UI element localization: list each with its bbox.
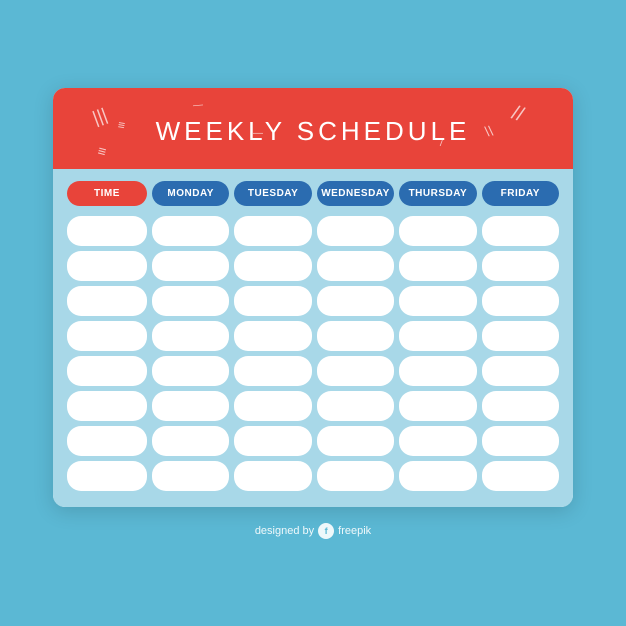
table-row[interactable] — [67, 321, 147, 351]
table-row[interactable] — [152, 461, 229, 491]
freepik-logo-icon: f — [318, 523, 334, 539]
table-row[interactable] — [67, 461, 147, 491]
table-row[interactable] — [67, 251, 147, 281]
friday-button[interactable]: FRIDAY — [482, 181, 559, 206]
day-headers-row: TIME MONDAY TUESDAY WEDNESDAY THURSDAY F… — [67, 181, 559, 206]
table-row[interactable] — [317, 461, 394, 491]
table-row[interactable] — [399, 356, 476, 386]
table-row[interactable] — [234, 321, 311, 351]
table-row[interactable] — [317, 251, 394, 281]
table-row[interactable] — [234, 251, 311, 281]
brand-label: freepik — [338, 525, 371, 537]
table-row[interactable] — [317, 426, 394, 456]
table-row[interactable] — [234, 391, 311, 421]
table-row[interactable] — [234, 461, 311, 491]
deco-dash-3: — — [193, 99, 204, 111]
table-row[interactable] — [399, 461, 476, 491]
table-row[interactable] — [399, 391, 476, 421]
tuesday-button[interactable]: TUESDAY — [234, 181, 311, 206]
table-row[interactable] — [67, 356, 147, 386]
table-row[interactable] — [152, 391, 229, 421]
monday-button[interactable]: MONDAY — [152, 181, 229, 206]
weekly-schedule-card: ||| ≡ — — // \\ ≡ / WEEKLY SCHEDULE TIME… — [53, 88, 573, 507]
table-row[interactable] — [152, 321, 229, 351]
card-header: ||| ≡ — — // \\ ≡ / WEEKLY SCHEDULE — [53, 88, 573, 169]
table-row[interactable] — [234, 356, 311, 386]
table-row[interactable] — [482, 391, 559, 421]
table-row[interactable] — [482, 426, 559, 456]
table-row[interactable] — [317, 356, 394, 386]
table-row[interactable] — [67, 286, 147, 316]
table-row[interactable] — [152, 251, 229, 281]
table-row[interactable] — [399, 216, 476, 246]
schedule-grid — [67, 216, 559, 491]
card-body: TIME MONDAY TUESDAY WEDNESDAY THURSDAY F… — [53, 169, 573, 507]
table-row[interactable] — [234, 216, 311, 246]
table-row[interactable] — [317, 391, 394, 421]
table-row[interactable] — [482, 321, 559, 351]
table-row[interactable] — [482, 216, 559, 246]
table-row[interactable] — [67, 426, 147, 456]
footer: designed by f freepik — [255, 523, 371, 539]
table-row[interactable] — [234, 286, 311, 316]
table-row[interactable] — [482, 356, 559, 386]
table-row[interactable] — [482, 251, 559, 281]
table-row[interactable] — [67, 391, 147, 421]
wednesday-button[interactable]: WEDNESDAY — [317, 181, 394, 206]
table-row[interactable] — [482, 461, 559, 491]
designed-by-label: designed by — [255, 525, 314, 537]
table-row[interactable] — [234, 426, 311, 456]
table-row[interactable] — [152, 216, 229, 246]
table-row[interactable] — [152, 426, 229, 456]
table-row[interactable] — [152, 286, 229, 316]
table-row[interactable] — [317, 216, 394, 246]
table-row[interactable] — [399, 426, 476, 456]
time-button[interactable]: TIME — [67, 181, 147, 206]
table-row[interactable] — [482, 286, 559, 316]
table-row[interactable] — [399, 286, 476, 316]
table-row[interactable] — [399, 321, 476, 351]
table-row[interactable] — [67, 216, 147, 246]
thursday-button[interactable]: THURSDAY — [399, 181, 476, 206]
page-title: WEEKLY SCHEDULE — [83, 116, 543, 147]
table-row[interactable] — [152, 356, 229, 386]
table-row[interactable] — [399, 251, 476, 281]
table-row[interactable] — [317, 286, 394, 316]
table-row[interactable] — [317, 321, 394, 351]
